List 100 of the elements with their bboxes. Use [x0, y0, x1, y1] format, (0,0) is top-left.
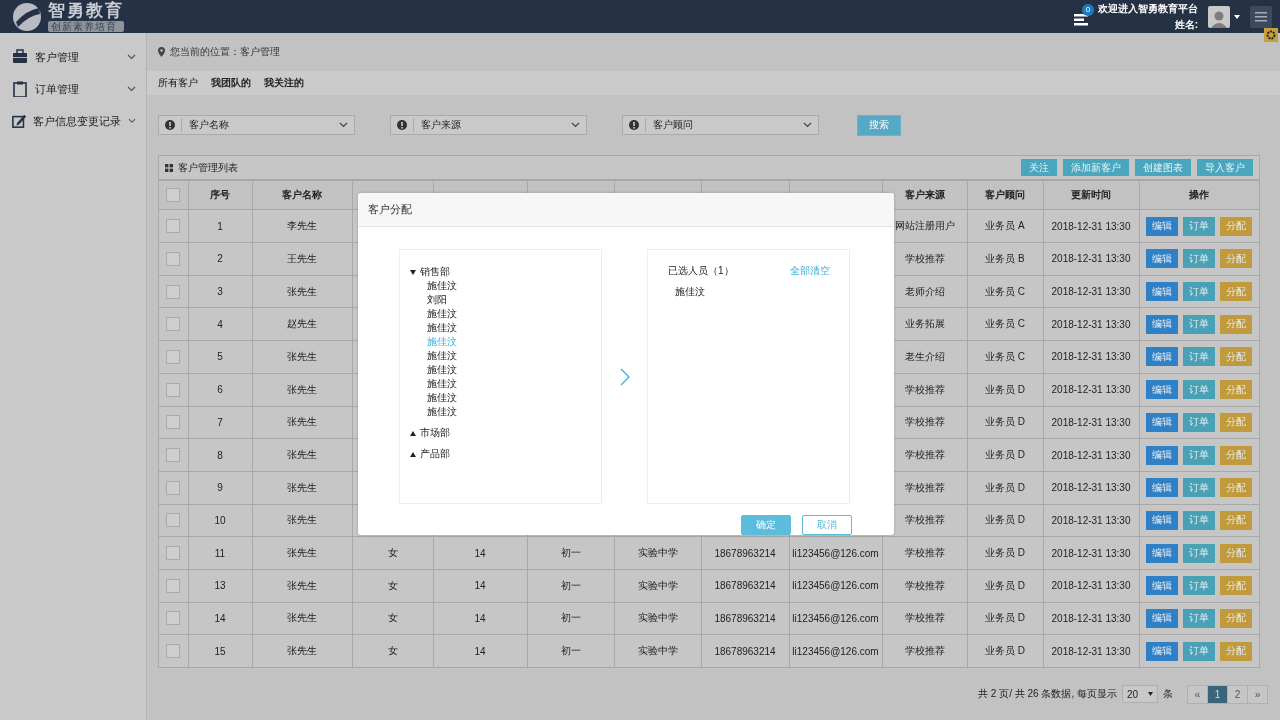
- order-button[interactable]: 订单: [1183, 380, 1216, 400]
- row-checkbox[interactable]: [166, 448, 181, 463]
- arrow-right-icon[interactable]: [619, 367, 630, 386]
- row-checkbox[interactable]: [166, 219, 181, 234]
- clear-all-link[interactable]: 全部清空: [790, 264, 830, 278]
- assign-button[interactable]: 分配: [1220, 249, 1253, 269]
- settings-icon[interactable]: [1264, 27, 1278, 42]
- confirm-button[interactable]: 确定: [741, 515, 791, 535]
- tree-group[interactable]: 销售部: [420, 265, 450, 279]
- row-checkbox[interactable]: [166, 251, 181, 266]
- expand-icon[interactable]: [410, 430, 416, 436]
- order-button[interactable]: 订单: [1183, 543, 1216, 563]
- order-button[interactable]: 订单: [1183, 641, 1216, 661]
- message-icon[interactable]: [1074, 13, 1088, 26]
- edit-button[interactable]: 编辑: [1146, 380, 1179, 400]
- chevron-icon[interactable]: [128, 118, 136, 125]
- menu-button[interactable]: [1250, 5, 1272, 28]
- order-button[interactable]: 订单: [1183, 282, 1216, 302]
- filter-dropdown[interactable]: 客户名称: [158, 115, 355, 136]
- order-button[interactable]: 订单: [1183, 510, 1216, 530]
- page-button[interactable]: 2: [1227, 684, 1248, 704]
- assign-button[interactable]: 分配: [1220, 380, 1253, 400]
- assign-button[interactable]: 分配: [1220, 510, 1253, 530]
- filter-dropdown[interactable]: 客户来源: [390, 115, 587, 136]
- edit-button[interactable]: 编辑: [1146, 282, 1179, 302]
- expand-icon[interactable]: [410, 451, 416, 457]
- assign-button[interactable]: 分配: [1220, 641, 1253, 661]
- edit-button[interactable]: 编辑: [1146, 641, 1179, 661]
- assign-button[interactable]: 分配: [1220, 347, 1253, 367]
- edit-button[interactable]: 编辑: [1146, 314, 1179, 334]
- assign-button[interactable]: 分配: [1220, 543, 1253, 563]
- tree-item[interactable]: 施佳汶: [427, 308, 457, 319]
- row-checkbox[interactable]: [166, 382, 181, 397]
- edit-button[interactable]: 编辑: [1146, 445, 1179, 465]
- order-button[interactable]: 订单: [1183, 576, 1216, 596]
- assign-button[interactable]: 分配: [1220, 478, 1253, 498]
- row-checkbox[interactable]: [166, 611, 181, 626]
- tree-item[interactable]: 施佳汶: [427, 280, 457, 291]
- row-checkbox[interactable]: [166, 480, 181, 495]
- edit-button[interactable]: 编辑: [1146, 478, 1179, 498]
- page-button[interactable]: «: [1187, 684, 1208, 704]
- tree-item[interactable]: 施佳汶: [427, 364, 457, 375]
- row-checkbox[interactable]: [166, 349, 181, 364]
- edit-button[interactable]: 编辑: [1146, 216, 1179, 236]
- assign-button[interactable]: 分配: [1220, 282, 1253, 302]
- select-all-checkbox[interactable]: [166, 188, 181, 203]
- order-button[interactable]: 订单: [1183, 478, 1216, 498]
- tree-group[interactable]: 产品部: [420, 447, 450, 461]
- row-checkbox[interactable]: [166, 578, 181, 593]
- order-button[interactable]: 订单: [1183, 314, 1216, 334]
- tab[interactable]: 我团队的: [211, 76, 264, 91]
- search-button[interactable]: 搜索: [857, 114, 901, 136]
- page-button[interactable]: 1: [1207, 684, 1228, 704]
- row-checkbox[interactable]: [166, 284, 181, 299]
- tree-item[interactable]: 施佳汶: [427, 406, 457, 417]
- toolbar-button[interactable]: 导入客户: [1197, 159, 1253, 177]
- row-checkbox[interactable]: [166, 317, 181, 332]
- edit-button[interactable]: 编辑: [1146, 510, 1179, 530]
- edit-button[interactable]: 编辑: [1146, 412, 1179, 432]
- chevron-icon[interactable]: [127, 86, 136, 93]
- assign-button[interactable]: 分配: [1220, 576, 1253, 596]
- order-button[interactable]: 订单: [1183, 347, 1216, 367]
- toolbar-button[interactable]: 添加新客户: [1063, 159, 1129, 177]
- assign-button[interactable]: 分配: [1220, 412, 1253, 432]
- avatar-icon[interactable]: [1208, 5, 1230, 28]
- tree-item[interactable]: 施佳汶: [427, 378, 457, 389]
- assign-button[interactable]: 分配: [1220, 445, 1253, 465]
- chevron-icon[interactable]: [127, 54, 136, 61]
- assign-button[interactable]: 分配: [1220, 314, 1253, 334]
- page-size-select[interactable]: 20: [1122, 685, 1158, 703]
- collapse-icon[interactable]: [410, 269, 416, 275]
- order-button[interactable]: 订单: [1183, 216, 1216, 236]
- toolbar-button[interactable]: 创建图表: [1135, 159, 1191, 177]
- row-checkbox[interactable]: [166, 644, 181, 659]
- tree-item[interactable]: 施佳汶: [427, 336, 457, 347]
- toolbar-button[interactable]: 关注: [1021, 159, 1057, 177]
- order-button[interactable]: 订单: [1183, 249, 1216, 269]
- row-checkbox[interactable]: [166, 415, 181, 430]
- tab[interactable]: 所有客户: [158, 76, 211, 91]
- edit-button[interactable]: 编辑: [1146, 608, 1179, 628]
- filter-dropdown[interactable]: 客户顾问: [622, 115, 819, 136]
- tree-group[interactable]: 市场部: [420, 426, 450, 440]
- tree-item[interactable]: 施佳汶: [427, 350, 457, 361]
- order-button[interactable]: 订单: [1183, 608, 1216, 628]
- tree-item[interactable]: 施佳汶: [427, 322, 457, 333]
- edit-button[interactable]: 编辑: [1146, 576, 1179, 596]
- edit-button[interactable]: 编辑: [1146, 543, 1179, 563]
- tree-item[interactable]: 施佳汶: [427, 392, 457, 403]
- tab[interactable]: 我关注的: [264, 76, 317, 91]
- order-button[interactable]: 订单: [1183, 445, 1216, 465]
- edit-button[interactable]: 编辑: [1146, 347, 1179, 367]
- sidebar-item[interactable]: 客户管理: [35, 49, 120, 65]
- assign-button[interactable]: 分配: [1220, 216, 1253, 236]
- row-checkbox[interactable]: [166, 513, 181, 528]
- order-button[interactable]: 订单: [1183, 412, 1216, 432]
- sidebar-item[interactable]: 客户信息变更记录: [33, 113, 122, 129]
- sidebar-item[interactable]: 订单管理: [35, 81, 120, 97]
- row-checkbox[interactable]: [166, 546, 181, 561]
- tree-item[interactable]: 刘阳: [427, 294, 447, 305]
- assign-button[interactable]: 分配: [1220, 608, 1253, 628]
